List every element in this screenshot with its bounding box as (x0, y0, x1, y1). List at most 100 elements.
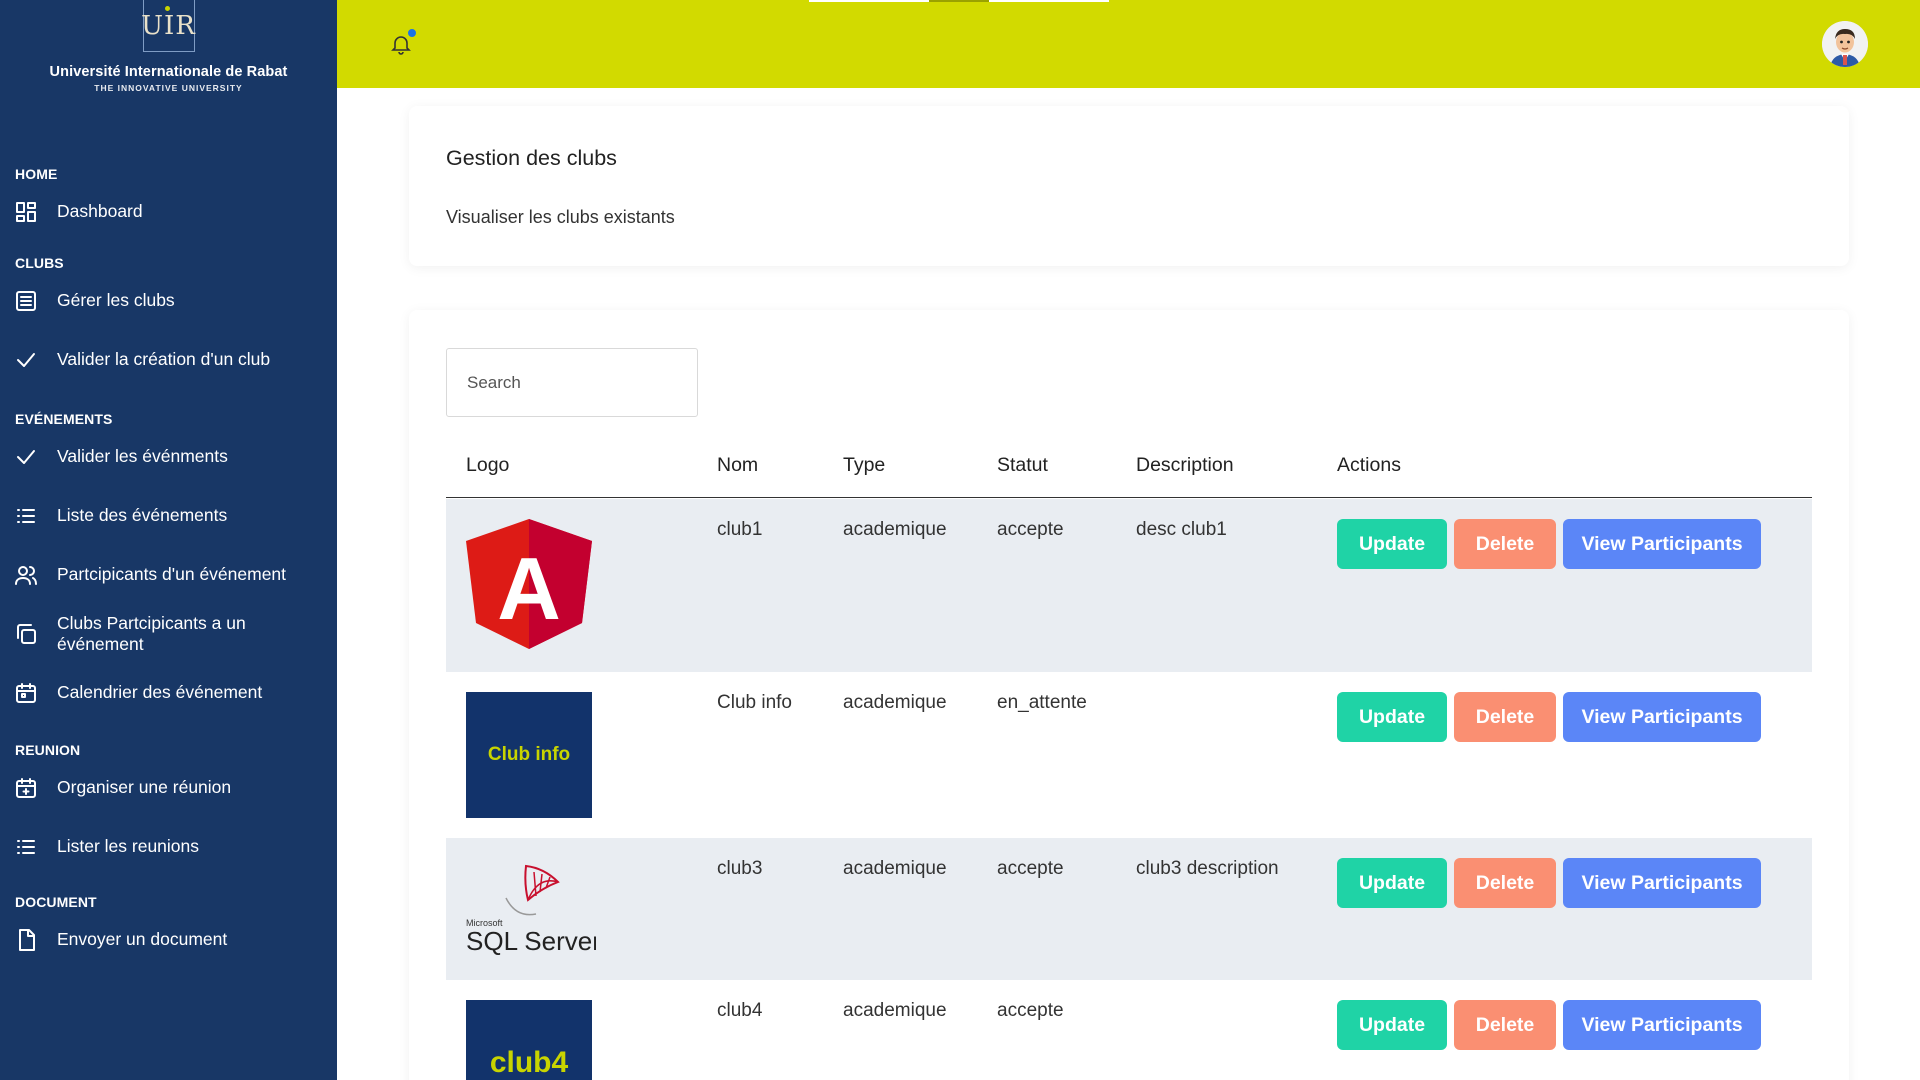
table-row: Club info Club info academique en_attente Up… (446, 672, 1812, 838)
cell-statut: en_attente (997, 692, 1087, 713)
view-participants-button[interactable]: View Participants (1563, 858, 1761, 908)
check-icon (13, 347, 39, 373)
column-header-logo: Logo (466, 454, 510, 476)
club-logo-box: Club info (466, 692, 592, 818)
sidebar-item-2-1[interactable]: Liste des événements (0, 486, 337, 545)
nav-section-reunion: REUNION (15, 742, 81, 758)
sidebar-item-3-1[interactable]: Lister les reunions (0, 817, 337, 876)
page-title: Gestion des clubs (446, 146, 617, 170)
sidebar-item-label: Organiser une réunion (57, 777, 232, 797)
cell-type: academique (843, 692, 947, 713)
search-input[interactable] (446, 348, 698, 417)
sidebar-item-1-0[interactable]: Gérer les clubs (0, 271, 337, 330)
sidebar-item-label: Valider les événments (57, 446, 228, 466)
notification-button[interactable] (389, 28, 417, 58)
club-logo: Club info (466, 692, 592, 818)
nav-section-clubs: CLUBS (15, 255, 64, 271)
table-header: Logo Nom Type Statut Description Actions (446, 434, 1812, 498)
sidebar-item-2-2[interactable]: Partcipicants d'un événement (0, 545, 337, 604)
club-logo: A (466, 519, 592, 649)
update-button[interactable]: Update (1337, 692, 1447, 742)
angular-logo: A (466, 519, 592, 649)
brand: UIR Université Internationale de Rabat T… (0, 0, 337, 110)
top-strip-handle (929, 0, 989, 2)
sidebar-item-2-3[interactable]: Clubs Partcipicants a un événement (0, 604, 337, 663)
sidebar-item-4-0[interactable]: Envoyer un document (0, 910, 337, 969)
cell-nom: Club info (717, 692, 792, 713)
sidebar-item-3-0[interactable]: Organiser une réunion (0, 758, 337, 817)
update-button[interactable]: Update (1337, 858, 1447, 908)
page-subtitle: Visualiser les clubs existants (446, 207, 675, 227)
university-tagline: THE INNOVATIVE UNIVERSITY (94, 83, 243, 93)
sidebar-item-label: Liste des événements (57, 505, 228, 525)
table-row: A club1 academique accepte desc club1 Update… (446, 499, 1812, 672)
page-header-card: Gestion des clubs Visualiser les clubs e… (409, 106, 1849, 266)
nav-section-home: HOME (15, 166, 58, 182)
column-header-nom: Nom (717, 454, 759, 476)
club-logo: club4 (466, 1000, 592, 1080)
cell-type: academique (843, 519, 947, 540)
sidebar-item-label: Clubs Partcipicants a un événement (56, 612, 246, 654)
delete-button[interactable]: Delete (1454, 692, 1556, 742)
notification-badge (407, 28, 417, 38)
cell-description: club3 description (1136, 858, 1279, 879)
cell-type: academique (843, 1000, 947, 1021)
svg-text:A: A (497, 539, 561, 638)
sidebar-nav: HOME Dashboard CLUBS Gérer les clubs Valider… (0, 110, 337, 969)
university-name: Université Internationale de Rabat (49, 64, 288, 80)
cell-nom: club4 (717, 1000, 763, 1021)
club-logo: Microsoft SQL Server (466, 858, 601, 984)
sidebar-item-label: Gérer les clubs (57, 290, 175, 310)
cell-statut: accepte (997, 1000, 1064, 1021)
list-icon (13, 503, 39, 529)
user-avatar[interactable] (1822, 21, 1868, 67)
sidebar-item-label: Envoyer un document (57, 929, 228, 949)
sidebar-item-2-4[interactable]: Calendrier des événement (0, 663, 337, 722)
delete-button[interactable]: Delete (1454, 1000, 1556, 1050)
column-header-actions: Actions (1337, 454, 1401, 476)
column-header-type: Type (843, 454, 886, 476)
avatar-icon (1822, 21, 1868, 67)
list-icon (13, 834, 39, 860)
cell-nom: club3 (717, 858, 763, 879)
sidebar-item-label: Calendrier des événement (57, 682, 263, 702)
cell-statut: accepte (997, 519, 1064, 540)
top-bar (337, 0, 1920, 88)
cell-type: academique (843, 858, 947, 879)
document-icon (13, 927, 39, 953)
cell-statut: accepte (997, 858, 1064, 879)
cell-description: desc club1 (1136, 519, 1227, 540)
uir-logo[interactable]: UIR (141, 0, 196, 52)
calendar-icon (13, 680, 39, 706)
view-participants-button[interactable]: View Participants (1563, 1000, 1761, 1050)
copy-icon (13, 621, 39, 647)
view-participants-button[interactable]: View Participants (1563, 519, 1761, 569)
logo-dot (164, 6, 170, 11)
sidebar-item-1-1[interactable]: Valider la création d'un club (0, 330, 337, 389)
nav-section-evénements: EVÉNEMENTS (15, 411, 113, 427)
svg-text:SQL Server: SQL Server (466, 926, 596, 956)
logo-text: UIR (141, 10, 196, 41)
view-participants-button[interactable]: View Participants (1563, 692, 1761, 742)
column-header-statut: Statut (997, 454, 1048, 476)
delete-button[interactable]: Delete (1454, 858, 1556, 908)
update-button[interactable]: Update (1337, 519, 1447, 569)
sidebar-item-label: Partcipicants d'un événement (57, 564, 287, 584)
sqlserver-logo: Microsoft SQL Server (466, 864, 601, 956)
update-button[interactable]: Update (1337, 1000, 1447, 1050)
sidebar-item-0-0[interactable]: Dashboard (0, 182, 337, 241)
club-logo-box: club4 (466, 1000, 592, 1080)
nav-section-document: DOCUMENT (15, 894, 97, 910)
sidebar-item-2-0[interactable]: Valider les événments (0, 427, 337, 486)
check-icon (13, 444, 39, 470)
table-row: Microsoft SQL Server club3 academique acce… (446, 838, 1812, 980)
delete-button[interactable]: Delete (1454, 519, 1556, 569)
sidebar-item-label: Dashboard (57, 201, 143, 221)
column-header-description: Description (1136, 454, 1234, 476)
sidebar-item-label: Lister les reunions (57, 836, 200, 856)
main-content: Gestion des clubs Visualiser les clubs e… (337, 88, 1920, 1080)
clubs-table-card: Logo Nom Type Statut Description Actions… (409, 310, 1849, 1080)
sidebar-item-label: Valider la création d'un club (57, 349, 271, 369)
cell-nom: club1 (717, 519, 763, 540)
calendar-plus-icon (13, 775, 39, 801)
